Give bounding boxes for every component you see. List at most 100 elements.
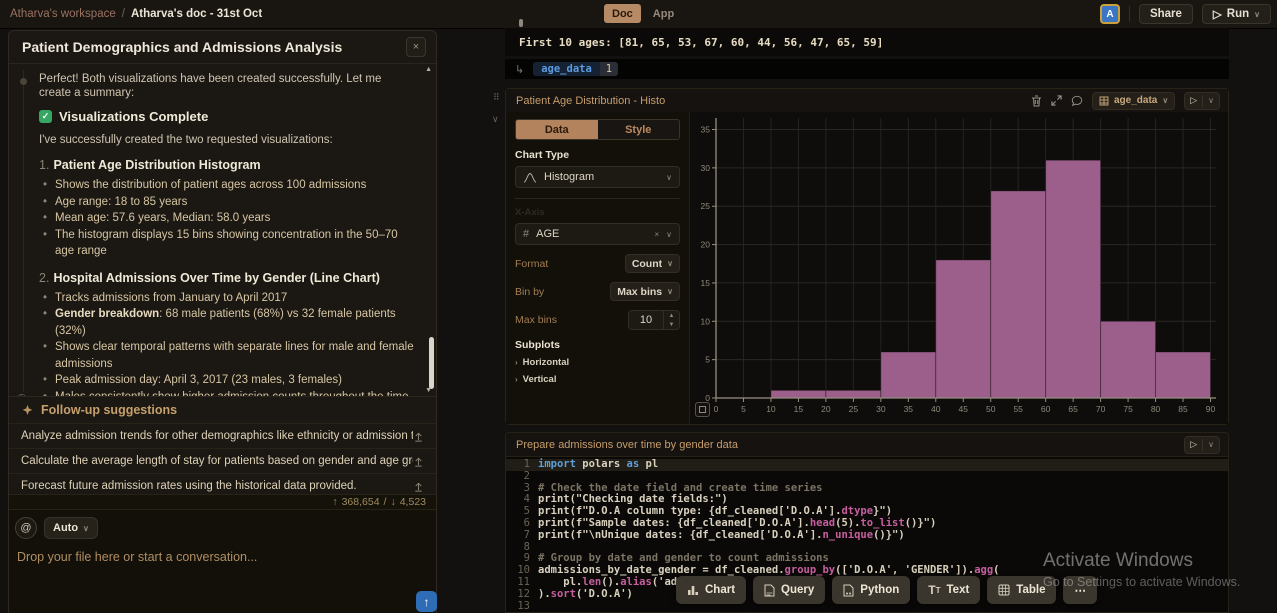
expand-icon[interactable]	[1051, 95, 1062, 106]
avatar[interactable]: A	[1100, 4, 1120, 24]
trash-icon[interactable]	[1031, 95, 1042, 107]
run-block-icon[interactable]: ▷	[1185, 95, 1202, 106]
token-usage-row: ↑ 368,654 / ↓ 4,523	[9, 494, 436, 509]
insert-suggestion-icon[interactable]	[413, 431, 424, 442]
line-number: 12	[506, 589, 538, 601]
line-number: 3	[506, 483, 538, 495]
histogram-plot[interactable]: 0510152025303505101520253035404550556065…	[690, 112, 1228, 424]
bin-by-select[interactable]: Max bins ∨	[610, 282, 680, 301]
breadcrumb-workspace[interactable]: Atharva's workspace	[10, 8, 116, 20]
scrollbar-thumb[interactable]	[429, 337, 434, 389]
chart-type-select[interactable]: Histogram ∨	[515, 166, 680, 188]
add-query-button[interactable]: Query	[753, 576, 825, 604]
scroll-up-icon[interactable]: ▲	[425, 66, 432, 73]
app-mode-button[interactable]: App	[645, 4, 682, 23]
code-line[interactable]: 7print(f"\nUnique dates: {df_cleaned['D.…	[506, 530, 1228, 542]
bullet-item: The histogram displays 15 bins showing c…	[43, 227, 414, 260]
run-block-button[interactable]: ▷ ∨	[1184, 92, 1220, 110]
assistant-panel: Patient Demographics and Admissions Anal…	[8, 30, 437, 613]
x-axis-field-select[interactable]: # AGE × ∨	[515, 223, 680, 245]
block-drag-handle-icon[interactable]: ⠿	[493, 92, 499, 103]
run-chevron-icon[interactable]: ∨	[1254, 10, 1260, 19]
share-button[interactable]: Share	[1139, 4, 1193, 24]
svg-text:10: 10	[701, 316, 711, 326]
run-button[interactable]: ▷ Run ∨	[1202, 4, 1271, 24]
modebar-toggle-icon[interactable]	[695, 402, 710, 417]
tab-data[interactable]: Data	[516, 120, 598, 139]
mention-button[interactable]: @	[15, 517, 37, 539]
followups-list: Analyze admission trends for other demog…	[9, 423, 436, 498]
comment-icon[interactable]	[1071, 95, 1083, 107]
doc-mode-button[interactable]: Doc	[604, 4, 641, 23]
subplot-horizontal-toggle[interactable]: › Horizontal	[515, 357, 680, 368]
run-code-icon[interactable]: ▷	[1185, 439, 1202, 450]
chart-block-title[interactable]: Patient Age Distribution - Histo	[516, 95, 665, 107]
assistant-panel-header: Patient Demographics and Admissions Anal…	[9, 31, 436, 64]
section1-bullets: Shows the distribution of patient ages a…	[39, 177, 414, 260]
check-icon: ✓	[39, 110, 52, 123]
assistant-messages[interactable]: ◷ ▲ ▼ Perfect! Both visualizations have …	[9, 64, 436, 396]
assistant-panel-title: Patient Demographics and Admissions Anal…	[22, 39, 342, 55]
status-heading: Visualizations Complete	[59, 109, 208, 124]
composer[interactable]: @ Auto ∨ Drop your file here or start a …	[9, 509, 436, 613]
chart-type-chevron-icon: ∨	[666, 173, 672, 182]
bullet-item: Males consistently show higher admission…	[43, 389, 414, 397]
subplot-vertical-toggle[interactable]: › Vertical	[515, 374, 680, 385]
tokens-up-icon: ↑	[332, 496, 337, 508]
stepper-down-icon[interactable]: ▼	[664, 320, 679, 329]
tokens-down-count: 4,523	[400, 496, 426, 508]
code-line[interactable]: 1import polars as pl	[506, 459, 1228, 471]
max-bins-value[interactable]: 10	[628, 310, 664, 330]
subplots-label: Subplots	[515, 339, 680, 351]
tab-style[interactable]: Style	[598, 120, 680, 139]
chevron-right-icon: ›	[515, 358, 518, 367]
suggestion-item[interactable]: Analyze admission trends for other demog…	[9, 423, 436, 448]
subplot-vertical-label: Vertical	[523, 374, 557, 385]
histogram-icon	[523, 171, 537, 183]
stepper-up-icon[interactable]: ▲	[664, 311, 679, 320]
composer-placeholder[interactable]: Drop your file here or start a conversat…	[17, 550, 436, 564]
max-bins-label: Max bins	[515, 314, 557, 326]
tokens-up-count: 368,654	[342, 496, 380, 508]
query-button-label: Query	[781, 584, 814, 596]
table-icon	[998, 584, 1010, 596]
chevron-right-icon: ›	[515, 375, 518, 384]
model-selector[interactable]: Auto ∨	[44, 517, 98, 539]
variable-chip[interactable]: age_data 1	[533, 62, 618, 76]
add-python-button[interactable]: Python	[832, 576, 910, 604]
suggestion-text: Forecast future admission rates using th…	[21, 480, 357, 492]
format-select[interactable]: Count ∨	[625, 254, 680, 273]
line-number: 7	[506, 530, 538, 542]
python-file-icon	[843, 584, 854, 597]
svg-text:45: 45	[959, 404, 969, 414]
run-block-chevron-icon[interactable]: ∨	[1203, 96, 1219, 105]
histogram-svg: 0510152025303505101520253035404550556065…	[690, 112, 1228, 424]
dataframe-selector[interactable]: age_data ∨	[1092, 92, 1175, 110]
add-chart-button[interactable]: Chart	[676, 576, 746, 604]
insert-suggestion-icon[interactable]	[413, 456, 424, 467]
watermark-line2: Go to Settings to activate Windows.	[1043, 575, 1240, 589]
run-code-button[interactable]: ▷ ∨	[1184, 436, 1220, 454]
svg-text:30: 30	[876, 404, 886, 414]
svg-text:60: 60	[1041, 404, 1051, 414]
block-collapse-icon[interactable]: ∨	[492, 114, 499, 125]
field-clear-icon[interactable]: ×	[654, 230, 659, 239]
chart-block: Patient Age Distribution - Histo age_dat…	[505, 88, 1229, 425]
svg-text:20: 20	[821, 404, 831, 414]
max-bins-stepper[interactable]: 10 ▲ ▼	[628, 310, 680, 330]
insert-suggestion-icon[interactable]	[413, 481, 424, 492]
add-text-button[interactable]: TT Text	[917, 576, 980, 604]
status-row: ✓ Visualizations Complete	[39, 109, 414, 124]
send-button[interactable]: ↑	[416, 591, 437, 612]
tokens-separator: /	[384, 496, 387, 508]
sql-file-icon	[764, 584, 775, 597]
run-code-chevron-icon[interactable]: ∨	[1203, 440, 1219, 449]
format-label: Format	[515, 258, 548, 270]
close-icon[interactable]: ×	[406, 37, 426, 57]
svg-text:5: 5	[705, 355, 710, 365]
svg-text:10: 10	[766, 404, 776, 414]
followups-title: Follow-up suggestions	[41, 403, 177, 417]
doc-app-toggle: Doc App	[604, 4, 682, 23]
suggestion-item[interactable]: Calculate the average length of stay for…	[9, 448, 436, 473]
code-block-title[interactable]: Prepare admissions over time by gender d…	[516, 439, 738, 451]
